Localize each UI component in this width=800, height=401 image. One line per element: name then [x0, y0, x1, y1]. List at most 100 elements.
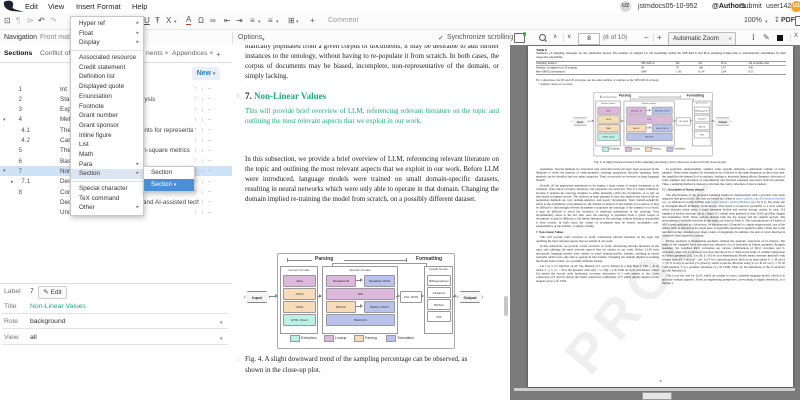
split-view-icon[interactable] — [795, 16, 800, 26]
zoom-mode-select[interactable]: Automatic Zoom ∨ — [668, 32, 736, 46]
move-up-icon[interactable]: ↑ — [194, 158, 197, 164]
edit-label-button[interactable]: ✎ Edit — [38, 286, 67, 299]
numbered-list-caret-icon[interactable]: ▾ — [276, 19, 279, 25]
new-section-button[interactable]: New ▾ — [192, 67, 220, 80]
view-caret-icon[interactable]: ▾ — [220, 336, 223, 342]
move-down-icon[interactable]: ↓ — [201, 148, 204, 154]
menu-item-math[interactable]: Math — [71, 150, 143, 160]
bullet-list-icon[interactable]: ≡ — [250, 16, 255, 25]
move-down-icon[interactable]: ↓ — [201, 179, 204, 185]
editor-scrollbar-thumb[interactable] — [504, 296, 508, 316]
tab-statements-fragment[interactable]: nents × — [146, 50, 169, 57]
github-link[interactable]: https://github.com/hao/HSKhac/jena — [712, 201, 757, 204]
download-icon[interactable]: ↧ — [774, 16, 780, 25]
menu-item-display[interactable]: Display▸ — [71, 38, 143, 48]
menu-item-definition-list[interactable]: Definition list — [71, 72, 143, 82]
menu-edit[interactable]: Edit — [25, 2, 38, 11]
move-down-icon[interactable]: ↓ — [201, 210, 204, 216]
role-select[interactable]: background — [30, 318, 66, 325]
tab-sections[interactable]: Sections — [4, 50, 32, 57]
undo-icon[interactable]: ↶ — [38, 16, 45, 25]
pdf-export-button[interactable]: PDF — [781, 17, 795, 24]
menu-item-credit-statement[interactable]: Credit statement — [71, 63, 143, 73]
menu-item-associated-resource[interactable]: Associated resource — [71, 53, 143, 63]
page-next-icon[interactable]: ∨ — [567, 33, 571, 40]
remove-icon[interactable]: − — [208, 210, 211, 216]
move-up-icon[interactable]: ↑ — [194, 138, 197, 144]
indent-icon[interactable]: ⇥ — [236, 16, 243, 25]
menu-item-other[interactable]: Other▸ — [71, 203, 143, 213]
menu-item-tex-command[interactable]: TeX command — [71, 194, 143, 204]
move-down-icon[interactable]: ↓ — [201, 107, 204, 113]
strikethrough-icon[interactable]: Ŧ — [155, 16, 160, 25]
user-avatar[interactable]: U1 — [791, 1, 800, 12]
table-caret-icon[interactable]: ▾ — [296, 19, 299, 25]
remove-icon[interactable]: − — [208, 107, 211, 113]
outdent-icon[interactable]: ⇤ — [224, 16, 231, 25]
remove-icon[interactable]: − — [208, 189, 211, 195]
figure-caption[interactable]: ⁝ Fig. 4. A slight downward trend of the… — [245, 354, 475, 375]
move-down-icon[interactable]: ↓ — [201, 189, 204, 195]
page-number-input[interactable] — [578, 33, 600, 45]
figure-diagram[interactable]: Parsing Formatting Input Generic formats… — [566, 90, 750, 157]
pdf-sidebar-toggle-icon[interactable] — [514, 33, 525, 43]
insert-cross-icon[interactable]: + — [310, 16, 315, 25]
annotation-paragraph[interactable]: This will provide brief overview of LLM,… — [245, 106, 499, 126]
move-up-icon[interactable]: ↑ — [194, 86, 197, 92]
preview-icon[interactable]: ⊳ — [27, 16, 34, 25]
underline-icon[interactable]: U — [144, 16, 150, 25]
sync-scrolling-check-icon[interactable]: ✓ — [438, 34, 444, 42]
remove-icon[interactable]: − — [208, 158, 211, 164]
move-down-icon[interactable]: ↓ — [201, 117, 204, 123]
remove-icon[interactable]: − — [208, 117, 211, 123]
menu-item-footnote[interactable]: Footnote — [71, 102, 143, 112]
remove-icon[interactable]: − — [208, 168, 211, 174]
menu-item-special-character[interactable]: Special character — [71, 184, 143, 194]
menu-item-grant-number[interactable]: Grant number — [71, 111, 143, 121]
redo-icon[interactable]: ↷ — [50, 16, 57, 25]
menu-insert[interactable]: Insert — [76, 2, 95, 11]
options-dropdown[interactable]: Options — [238, 34, 262, 41]
block-handle-icon[interactable]: ⁝ — [237, 93, 239, 100]
text-select-tool-icon[interactable]: I — [752, 33, 755, 42]
zoom-out-icon[interactable]: − — [644, 33, 649, 42]
remove-icon[interactable]: − — [208, 199, 211, 205]
bullet-list-caret-icon[interactable]: ▾ — [258, 19, 261, 25]
insert-figure-icon[interactable]: ⊡ — [4, 16, 11, 25]
link-icon[interactable]: ∞ — [210, 16, 216, 25]
user-name[interactable]: user142 — [766, 3, 791, 10]
remove-icon[interactable]: − — [208, 138, 211, 144]
variant-icon[interactable]: X — [166, 16, 171, 25]
menu-view[interactable]: View — [48, 2, 64, 11]
move-down-icon[interactable]: ↓ — [201, 199, 204, 205]
menu-help[interactable]: Help — [132, 2, 147, 11]
view-select[interactable]: all — [30, 334, 37, 341]
metadata-icon[interactable]: ¶ — [16, 16, 20, 25]
editor-paragraph[interactable]: In this subsection, we provide a brief o… — [245, 154, 499, 204]
annotate-pen-icon[interactable]: ✎ — [763, 33, 770, 42]
move-up-icon[interactable]: ↑ — [194, 148, 197, 154]
move-down-icon[interactable]: ↓ — [201, 138, 204, 144]
zoom-in-icon[interactable]: + — [657, 33, 662, 42]
editor-paragraph[interactable]: matically populated from a given corpus … — [245, 45, 499, 81]
tab-navigation[interactable]: Navigation — [4, 34, 37, 41]
zoom-caret-icon[interactable]: ▾ — [765, 19, 768, 25]
remove-icon[interactable]: − — [208, 179, 211, 185]
move-up-icon[interactable]: ↑ — [194, 117, 197, 123]
move-down-icon[interactable]: ↓ — [201, 96, 204, 102]
submenu-item-section-dropdown[interactable]: Section ▾ — [144, 179, 194, 191]
menu-item-displayed-quote[interactable]: Displayed quote — [71, 82, 143, 92]
move-up-icon[interactable]: ↑ — [194, 96, 197, 102]
options-caret-icon[interactable]: ▾ — [262, 37, 265, 43]
move-up-icon[interactable]: ↑ — [194, 107, 197, 113]
figure-diagram[interactable]: Parsing Formatting Input Generic formats… — [236, 250, 510, 350]
menu-item-enunciation[interactable]: Enunciation — [71, 92, 143, 102]
variant-caret-icon[interactable]: ▾ — [174, 19, 177, 25]
move-up-icon[interactable]: ↑ — [194, 127, 197, 133]
block-handle-icon[interactable]: ⁝ — [237, 355, 239, 366]
numbered-list-icon[interactable]: ≡ — [268, 16, 273, 25]
label-value[interactable]: 7 — [30, 288, 34, 295]
add-tab-button[interactable]: + — [216, 50, 221, 59]
move-down-icon[interactable]: ↓ — [201, 127, 204, 133]
page-prev-icon[interactable]: ∧ — [553, 33, 557, 40]
